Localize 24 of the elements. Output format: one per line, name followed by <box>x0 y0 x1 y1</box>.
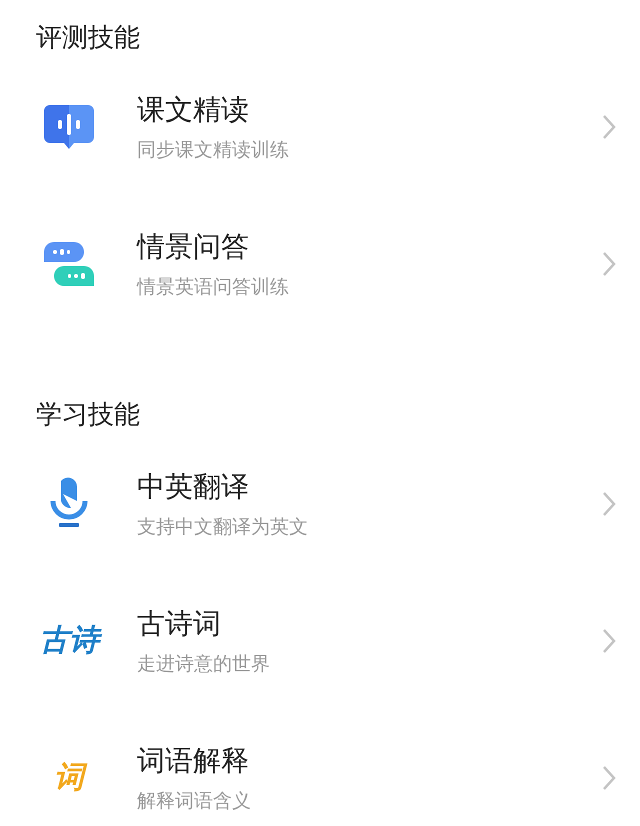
skill-title: 情景问答 <box>137 228 250 264</box>
skill-item[interactable]: 中英翻译 支持中文翻译为英文 <box>0 435 640 572</box>
skill-subtitle: 情景英语问答训练 <box>137 274 290 300</box>
skill-item[interactable]: 情景问答 情景英语问答训练 <box>0 195 640 332</box>
skill-item[interactable]: 古诗 古诗词 走进诗意的世界 <box>0 572 640 709</box>
skill-title: 古诗词 <box>137 606 222 642</box>
skill-item[interactable]: 课文精读 同步课文精读训练 <box>0 58 640 195</box>
voice-bubble-icon <box>44 104 94 148</box>
skill-subtitle: 支持中文翻译为英文 <box>137 514 309 540</box>
skill-title: 词语解释 <box>137 742 250 778</box>
chat-bubbles-icon <box>44 242 94 286</box>
skill-title: 中英翻译 <box>137 468 250 504</box>
chevron-right-icon <box>602 764 616 790</box>
chevron-right-icon <box>602 114 616 140</box>
skill-subtitle: 解释词语含义 <box>137 788 252 814</box>
section-title: 学习技能 <box>35 399 141 432</box>
skill-title: 课文精读 <box>137 92 250 128</box>
skill-subtitle: 走进诗意的世界 <box>137 652 271 676</box>
chevron-right-icon <box>602 628 616 654</box>
chevron-right-icon <box>602 250 616 276</box>
skill-subtitle: 同步课文精读训练 <box>137 138 290 162</box>
chevron-right-icon <box>602 490 616 516</box>
skill-item[interactable]: 词 词语解释 解释词语含义 <box>0 709 640 826</box>
section-title: 评测技能 <box>35 22 141 55</box>
